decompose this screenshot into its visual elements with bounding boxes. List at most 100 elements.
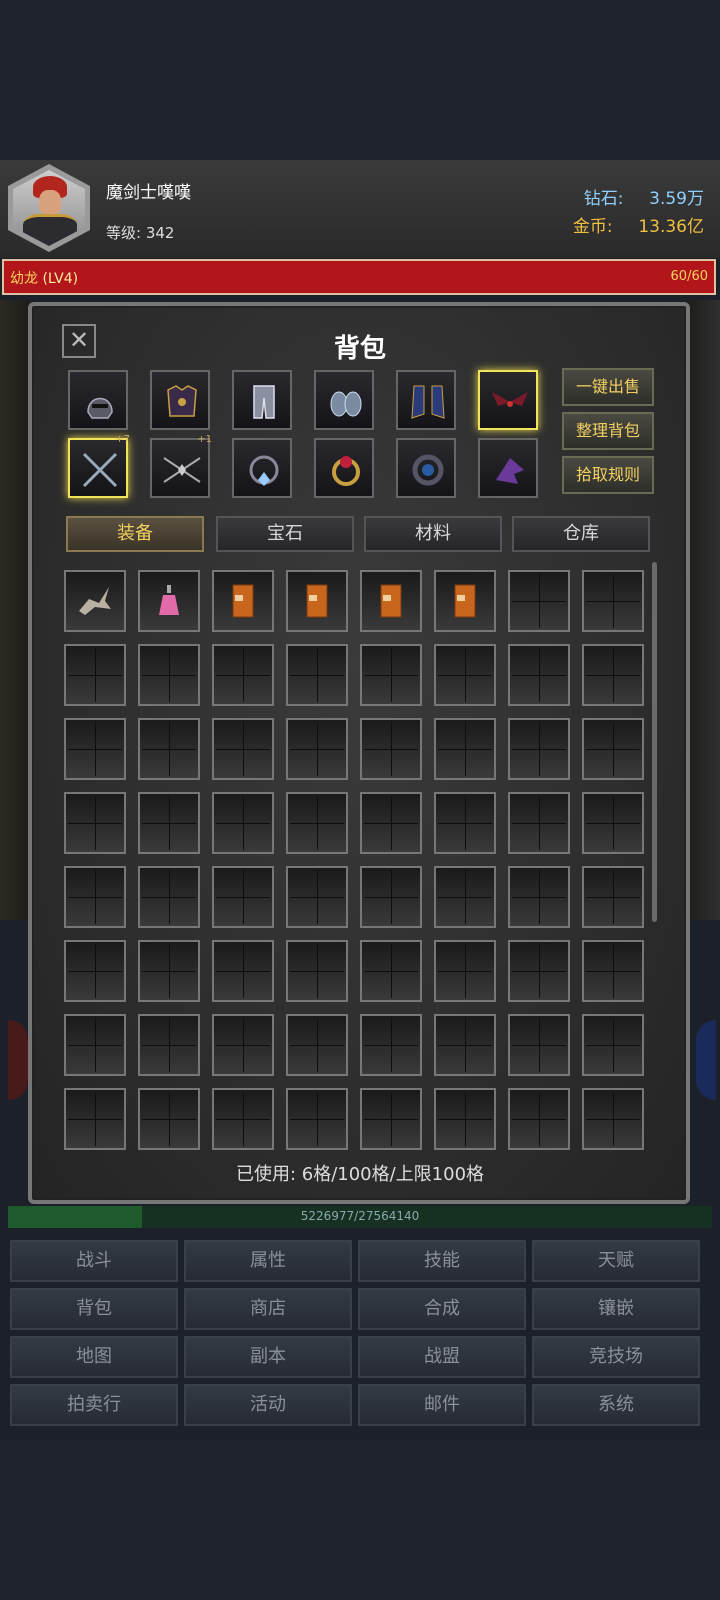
pickup-rules-button[interactable]: 拾取规则 [562,456,654,494]
menu-attributes-button[interactable]: 属性 [184,1240,352,1282]
menu-system-button[interactable]: 系统 [532,1384,700,1426]
inventory-slot[interactable] [212,866,274,928]
inventory-slot[interactable] [64,792,126,854]
inventory-slot[interactable] [434,792,496,854]
inventory-slot[interactable] [508,866,570,928]
inventory-slot[interactable] [138,644,200,706]
menu-battle-button[interactable]: 战斗 [10,1240,178,1282]
inventory-slot[interactable] [64,866,126,928]
inventory-scrollbar[interactable] [652,562,657,922]
inventory-slot[interactable] [360,940,422,1002]
inventory-slot[interactable] [508,792,570,854]
equipment-slot[interactable] [68,370,128,430]
equipment-slot[interactable]: +7 [68,434,130,498]
menu-events-button[interactable]: 活动 [184,1384,352,1426]
inventory-slot[interactable] [508,1088,570,1150]
equipment-slot[interactable] [396,370,456,430]
equipment-slot[interactable] [150,370,210,430]
inventory-slot[interactable] [582,1088,644,1150]
inventory-slot[interactable] [212,940,274,1002]
inventory-slot[interactable] [138,718,200,780]
inventory-slot[interactable] [64,718,126,780]
menu-dungeon-button[interactable]: 副本 [184,1336,352,1378]
inventory-slot[interactable] [508,644,570,706]
quick-sell-button[interactable]: 一键出售 [562,368,654,406]
inventory-slot[interactable] [508,570,570,632]
inventory-slot[interactable] [64,940,126,1002]
inventory-slot[interactable] [360,644,422,706]
inventory-slot[interactable] [138,570,200,632]
inventory-slot[interactable] [138,940,200,1002]
menu-mail-button[interactable]: 邮件 [358,1384,526,1426]
inventory-slot[interactable] [582,792,644,854]
inventory-slot[interactable] [286,792,348,854]
inventory-slot[interactable] [286,940,348,1002]
inventory-slot[interactable] [286,570,348,632]
inventory-slot[interactable] [434,718,496,780]
inventory-slot[interactable] [64,570,126,632]
equipment-slot[interactable]: +1 [150,434,212,498]
inventory-slot[interactable] [582,644,644,706]
inventory-slot[interactable] [360,866,422,928]
inventory-slot[interactable] [434,866,496,928]
inventory-slot[interactable] [138,792,200,854]
inventory-slot[interactable] [434,1088,496,1150]
inventory-slot[interactable] [138,866,200,928]
inventory-slot[interactable] [582,1014,644,1076]
inventory-slot[interactable] [582,940,644,1002]
equipment-slot[interactable] [232,438,292,498]
tab-warehouse[interactable]: 仓库 [512,516,650,552]
menu-map-button[interactable]: 地图 [10,1336,178,1378]
equipment-slot[interactable] [232,370,292,430]
inventory-slot[interactable] [582,718,644,780]
inventory-slot[interactable] [434,1014,496,1076]
tab-gems[interactable]: 宝石 [216,516,354,552]
inventory-slot[interactable] [64,1014,126,1076]
inventory-slot[interactable] [360,1014,422,1076]
inventory-slot[interactable] [64,1088,126,1150]
inventory-slot[interactable] [286,644,348,706]
inventory-slot[interactable] [508,718,570,780]
equipment-slot[interactable] [314,438,374,498]
inventory-slot[interactable] [582,866,644,928]
inventory-slot[interactable] [212,718,274,780]
menu-arena-button[interactable]: 竞技场 [532,1336,700,1378]
tab-equipment[interactable]: 装备 [66,516,204,552]
equipment-slot[interactable] [478,438,538,498]
inventory-slot[interactable] [360,570,422,632]
inventory-slot[interactable] [286,1088,348,1150]
inventory-slot[interactable] [434,940,496,1002]
menu-shop-button[interactable]: 商店 [184,1288,352,1330]
inventory-slot[interactable] [138,1014,200,1076]
inventory-slot[interactable] [508,940,570,1002]
menu-bag-button[interactable]: 背包 [10,1288,178,1330]
menu-skills-button[interactable]: 技能 [358,1240,526,1282]
inventory-slot[interactable] [582,570,644,632]
inventory-slot[interactable] [212,644,274,706]
menu-talents-button[interactable]: 天赋 [532,1240,700,1282]
inventory-slot[interactable] [212,792,274,854]
inventory-slot[interactable] [360,718,422,780]
equipment-slot[interactable] [396,438,456,498]
inventory-slot[interactable] [434,644,496,706]
inventory-slot[interactable] [212,1014,274,1076]
inventory-slot[interactable] [360,792,422,854]
inventory-slot[interactable] [212,1088,274,1150]
tab-materials[interactable]: 材料 [364,516,502,552]
inventory-slot[interactable] [64,644,126,706]
inventory-slot[interactable] [360,1088,422,1150]
inventory-slot[interactable] [434,570,496,632]
inventory-slot[interactable] [286,1014,348,1076]
inventory-slot[interactable] [138,1088,200,1150]
sort-bag-button[interactable]: 整理背包 [562,412,654,450]
menu-auction-button[interactable]: 拍卖行 [10,1384,178,1426]
equipment-slot[interactable] [478,370,538,430]
menu-inlay-button[interactable]: 镶嵌 [532,1288,700,1330]
inventory-slot[interactable] [508,1014,570,1076]
inventory-slot[interactable] [286,866,348,928]
menu-guild-button[interactable]: 战盟 [358,1336,526,1378]
inventory-slot[interactable] [212,570,274,632]
inventory-slot[interactable] [286,718,348,780]
menu-craft-button[interactable]: 合成 [358,1288,526,1330]
equipment-slot[interactable] [314,370,374,430]
